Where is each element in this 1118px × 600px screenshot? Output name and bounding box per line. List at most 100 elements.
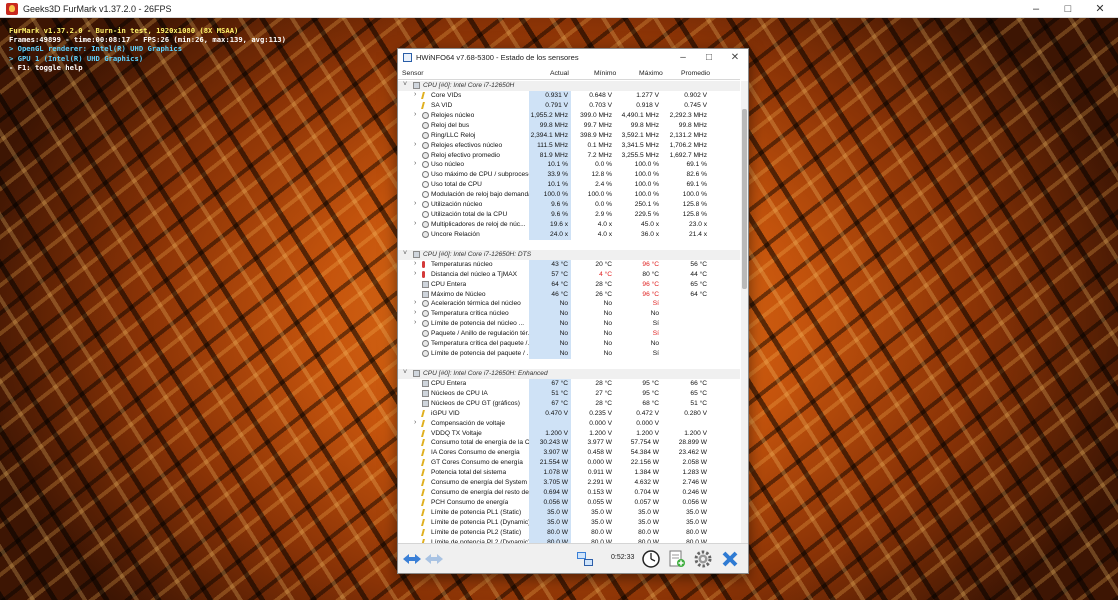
- expand-chevron-icon[interactable]: ›: [414, 309, 416, 316]
- value-maximum: Sí: [652, 300, 659, 308]
- sensor-row[interactable]: GT Cores Consumo de energía 21.554 W 0.000…: [398, 458, 740, 469]
- sensor-row[interactable]: › Relojes efectivos núcleo 111.5 MHz 0.1 MH…: [398, 140, 740, 151]
- minimize-button[interactable]: –: [1020, 0, 1052, 18]
- sensor-row[interactable]: Consumo total de energía de la CPU 30.243…: [398, 438, 740, 449]
- sensor-row[interactable]: Máximo de Núcleo 46 °C 26 °C 96 °C 64 °C: [398, 289, 740, 300]
- sensor-row[interactable]: › Uso núcleo 10.1 % 0.0 % 100.0 % 69.1 %: [398, 160, 740, 171]
- maximize-button[interactable]: □: [1052, 0, 1084, 18]
- value-average: 65 °C: [690, 280, 707, 288]
- sensor-row[interactable]: › Distancia del núcleo a TjMAX 57 °C 4 °C 80…: [398, 269, 740, 280]
- clock-icon: [422, 111, 429, 119]
- sensor-row[interactable]: › Compensación de voltaje 0.000 V 0.000 V: [398, 418, 740, 429]
- sensor-row[interactable]: › Core VIDs 0.931 V 0.648 V 1.277 V 0.902 V: [398, 90, 740, 101]
- expand-chevron-icon[interactable]: ›: [414, 220, 416, 227]
- sensor-row[interactable]: Uncore Relación 24.0 x 4.0 x 36.0 x 21.4 x: [398, 229, 740, 240]
- sensor-name: Core VIDs: [431, 91, 462, 99]
- sensor-row[interactable]: PCH Consumo de energía 0.056 W 0.055 W 0.05…: [398, 498, 740, 509]
- sensor-row[interactable]: Potencia total del sistema 1.078 W 0.911 W…: [398, 468, 740, 479]
- sensor-row[interactable]: Uso máximo de CPU / subproceso 33.9 % 12.8…: [398, 170, 740, 181]
- value-actual: 1.078 W: [543, 469, 568, 477]
- sensor-row[interactable]: Núcleos de CPU IA 51 °C 27 °C 95 °C 65 °C: [398, 388, 740, 399]
- expand-chevron-icon[interactable]: ›: [414, 270, 416, 277]
- sensor-row[interactable]: Límite de potencia PL1 (Dynamic) 35.0 W 35…: [398, 517, 740, 528]
- value-average: 66 °C: [690, 379, 707, 387]
- sensor-row[interactable]: Límite de potencia PL1 (Static) 35.0 W 35.…: [398, 507, 740, 518]
- sensor-row[interactable]: Reloj efectivo promedio 81.9 MHz 7.2 MHz 3,…: [398, 150, 740, 161]
- sensor-row[interactable]: VDDQ TX Voltaje 1.200 V 1.200 V 1.200 V 1.20…: [398, 428, 740, 439]
- expand-chevron-icon[interactable]: ›: [414, 299, 416, 306]
- sensor-row[interactable]: Paquete / Anillo de regulación tér... No N…: [398, 329, 740, 340]
- collapse-chevron-icon[interactable]: ˅: [403, 81, 407, 88]
- sensor-row[interactable]: CPU Entera 64 °C 28 °C 96 °C 65 °C: [398, 279, 740, 290]
- expand-chevron-icon[interactable]: ›: [414, 141, 416, 148]
- expand-chevron-icon[interactable]: ›: [414, 200, 416, 207]
- column-header-actual[interactable]: Actual: [550, 70, 569, 77]
- expand-chevron-icon[interactable]: ›: [414, 319, 416, 326]
- sensor-row[interactable]: Límite de potencia del paquete / ... No No…: [398, 349, 740, 360]
- close-sensors-button[interactable]: [720, 549, 740, 569]
- expand-chevron-icon[interactable]: ›: [414, 260, 416, 267]
- sensor-row[interactable]: › Relojes núcleo 1,955.2 MHz 399.0 MHz 4,490…: [398, 110, 740, 121]
- sensor-name: Máximo de Núcleo: [431, 290, 486, 298]
- sensor-name: Potencia total del sistema: [431, 469, 507, 477]
- sensor-row[interactable]: SA VID 0.791 V 0.703 V 0.918 V 0.745 V: [398, 100, 740, 111]
- sensor-name: VDDQ TX Voltaje: [431, 429, 482, 437]
- sensor-row[interactable]: Uso total de CPU 10.1 % 2.4 % 100.0 % 69.1 %: [398, 180, 740, 191]
- hwinfo-maximize-button[interactable]: □: [696, 49, 722, 66]
- sensor-row[interactable]: iGPU VID 0.470 V 0.235 V 0.472 V 0.280 V: [398, 408, 740, 419]
- expand-chevron-icon[interactable]: ›: [414, 111, 416, 118]
- sensor-row[interactable]: CPU Entera 67 °C 28 °C 95 °C 66 °C: [398, 378, 740, 389]
- collapse-chevron-icon[interactable]: ˅: [403, 369, 407, 376]
- sensor-row[interactable]: › Temperatura crítica núcleo No No No: [398, 309, 740, 320]
- sensor-row[interactable]: Ring/LLC Reloj 2,394.1 MHz 398.9 MHz 3,592.…: [398, 130, 740, 141]
- clock-icon: [642, 550, 660, 568]
- sensor-row[interactable]: › Utilización núcleo 9.6 % 0.0 % 250.1 % 125.…: [398, 200, 740, 211]
- sensor-row[interactable]: Límite de potencia PL2 (Static) 80.0 W 80.…: [398, 527, 740, 538]
- value-minimum: 4 °C: [599, 270, 612, 278]
- vertical-scrollbar[interactable]: [741, 81, 748, 543]
- double-arrow-disabled-icon: [425, 554, 443, 564]
- sensor-name: Uso total de CPU: [431, 181, 482, 189]
- sensor-row[interactable]: Utilización total de la CPU 9.6 % 2.9 % 229…: [398, 210, 740, 221]
- expand-chevron-icon[interactable]: ›: [414, 91, 416, 98]
- sensor-group-header[interactable]: ˅ CPU [#0]: Intel Core i7-12650H: [398, 81, 740, 91]
- value-actual: 43 °C: [551, 260, 568, 268]
- close-button[interactable]: ✕: [1084, 0, 1116, 18]
- hwinfo-close-button[interactable]: ✕: [722, 49, 748, 66]
- sensor-row[interactable]: › Temperaturas núcleo 43 °C 20 °C 96 °C 56 °C: [398, 259, 740, 270]
- sensor-row[interactable]: Núcleos de CPU GT (gráficos) 67 °C 28 °C 68…: [398, 398, 740, 409]
- column-header-avg[interactable]: Promedio: [681, 70, 710, 77]
- furmark-titlebar[interactable]: Geeks3D FurMark v1.37.2.0 - 26FPS – □ ✕: [0, 0, 1118, 18]
- expand-chevron-icon[interactable]: ›: [414, 419, 416, 426]
- sensor-row[interactable]: Reloj del bus 99.8 MHz 99.7 MHz 99.8 MHz 99.…: [398, 120, 740, 131]
- sensor-row[interactable]: › Límite de potencia del núcleo ... No No Sí: [398, 319, 740, 330]
- sensor-row[interactable]: Modulación de reloj bajo demanda 100.0 % 1…: [398, 190, 740, 201]
- column-header-sensor[interactable]: Sensor: [402, 70, 424, 77]
- sensor-row[interactable]: › Aceleración térmica del núcleo No No Sí: [398, 299, 740, 310]
- settings-button[interactable]: [693, 549, 713, 569]
- collapse-chevron-icon[interactable]: ˅: [403, 250, 407, 257]
- logging-button[interactable]: [667, 549, 687, 569]
- scrollbar-thumb[interactable]: [742, 109, 747, 289]
- sensor-name: SA VID: [431, 101, 453, 109]
- expand-chevron-icon[interactable]: ›: [414, 160, 416, 167]
- expand-arrows-button[interactable]: [424, 549, 444, 569]
- column-header-max[interactable]: Máximo: [639, 70, 663, 77]
- sensor-row[interactable]: Temperatura crítica del paquete /... No No…: [398, 339, 740, 350]
- clock-reset-button[interactable]: [641, 549, 661, 569]
- sensor-row[interactable]: Consumo de energía del System ... 3.705 W…: [398, 478, 740, 489]
- sensor-row[interactable]: IA Cores Consumo de energía 3.907 W 0.458 …: [398, 448, 740, 459]
- clock-icon: [422, 350, 429, 358]
- hwinfo-titlebar[interactable]: HWiNFO64 v7.68-5300 - Estado de los sens…: [398, 49, 748, 66]
- sensor-group-header[interactable]: ˅ CPU [#0]: Intel Core i7-12650H: DTS: [398, 249, 740, 260]
- value-actual: 21.554 W: [539, 459, 568, 467]
- column-header-min[interactable]: Mínimo: [594, 70, 616, 77]
- hwinfo-minimize-button[interactable]: –: [670, 49, 696, 66]
- sensor-group-header[interactable]: ˅ CPU [#0]: Intel Core i7-12650H: Enhance…: [398, 368, 740, 379]
- value-maximum: 3,341.5 MHz: [621, 141, 659, 149]
- sensor-row[interactable]: Consumo de energía del resto del... 0.694…: [398, 488, 740, 499]
- collapse-arrows-button[interactable]: [402, 549, 422, 569]
- network-sensors-button[interactable]: [575, 549, 595, 569]
- value-minimum: 28 °C: [595, 379, 612, 387]
- sensor-row[interactable]: › Multiplicadores de reloj de núc... 19.6 …: [398, 220, 740, 231]
